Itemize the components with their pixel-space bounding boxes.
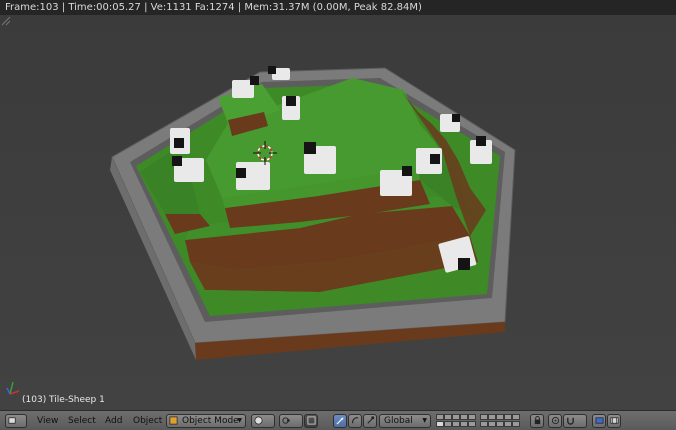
layer-button[interactable] (504, 421, 512, 427)
scale-button[interactable] (363, 414, 377, 428)
editor-type-button[interactable] (5, 414, 27, 428)
layer-button[interactable] (496, 414, 504, 420)
viewport-shading-button[interactable] (251, 414, 275, 428)
snap-icon (567, 417, 574, 425)
snap-manipulator-icon (307, 416, 316, 425)
layer-button[interactable] (460, 421, 468, 427)
layer-buttons[interactable] (436, 414, 528, 428)
sheep (380, 166, 412, 196)
render-animation-icon (610, 417, 619, 424)
sheep (172, 156, 204, 182)
sheep (440, 114, 460, 132)
active-object-label: (103) Tile-Sheep 1 (22, 395, 105, 405)
layer-button[interactable] (496, 421, 504, 427)
lock-camera-icon (534, 416, 541, 425)
info-bar-text: Frame:103 | Time:00:05.27 | Ve:1131 Fa:1… (5, 2, 422, 13)
object-mode-icon (169, 416, 178, 425)
layer-button[interactable] (444, 414, 452, 420)
sheep (304, 142, 336, 174)
layer-button[interactable] (480, 414, 488, 420)
layer-button[interactable] (488, 414, 496, 420)
rotate-button[interactable] (348, 414, 362, 428)
menu-view[interactable]: View (37, 414, 58, 428)
translate-button[interactable] (333, 414, 347, 428)
editor-type-icon (8, 417, 16, 424)
render-button[interactable] (592, 414, 606, 428)
render-icon (595, 417, 604, 424)
menu-object[interactable]: Object (133, 414, 162, 428)
layer-button-active[interactable] (436, 421, 444, 427)
orientation-dropdown[interactable]: Global ▼ (379, 414, 431, 428)
sheep (170, 128, 190, 154)
layer-button[interactable] (512, 421, 520, 427)
layer-button[interactable] (436, 414, 444, 420)
translate-icon (336, 417, 344, 425)
snap-button[interactable] (563, 414, 587, 428)
snap-manipulator-button[interactable] (304, 414, 318, 428)
sheep (236, 162, 270, 190)
layer-button[interactable] (452, 421, 460, 427)
lock-camera-button[interactable] (530, 414, 544, 428)
render-animation-button[interactable] (607, 414, 621, 428)
menu-select[interactable]: Select (68, 414, 96, 428)
mode-value: Object Mode (182, 416, 239, 426)
proportional-edit-button[interactable] (548, 414, 562, 428)
layer-button[interactable] (468, 421, 476, 427)
area-split-icon[interactable] (0, 15, 12, 27)
layer-button[interactable] (504, 414, 512, 420)
layer-button[interactable] (512, 414, 520, 420)
scale-icon (367, 416, 375, 424)
viewport-shading-icon (254, 416, 263, 425)
proportional-icon (551, 416, 560, 425)
layer-button[interactable] (452, 414, 460, 420)
layer-button[interactable] (480, 421, 488, 427)
layer-button[interactable] (444, 421, 452, 427)
chevron-down-icon: ▼ (237, 417, 242, 424)
info-bar: Frame:103 | Time:00:05.27 | Ve:1131 Fa:1… (0, 0, 676, 15)
3d-view-header: View Select Add Object Object Mode ▼ Glo… (0, 410, 676, 430)
chevron-down-icon: ▼ (422, 417, 427, 424)
pivot-button[interactable] (279, 414, 303, 428)
scene-render (0, 15, 676, 410)
layer-button[interactable] (460, 414, 468, 420)
pivot-icon (282, 417, 290, 424)
orientation-value: Global (384, 416, 413, 426)
sheep (282, 96, 300, 120)
sheep (470, 136, 492, 164)
layer-button[interactable] (468, 414, 476, 420)
3d-viewport[interactable]: (103) Tile-Sheep 1 (0, 15, 676, 410)
menu-add[interactable]: Add (105, 414, 122, 428)
sheep (416, 148, 442, 174)
rotate-icon (352, 417, 359, 424)
layer-button[interactable] (488, 421, 496, 427)
mode-dropdown[interactable]: Object Mode ▼ (166, 414, 246, 428)
